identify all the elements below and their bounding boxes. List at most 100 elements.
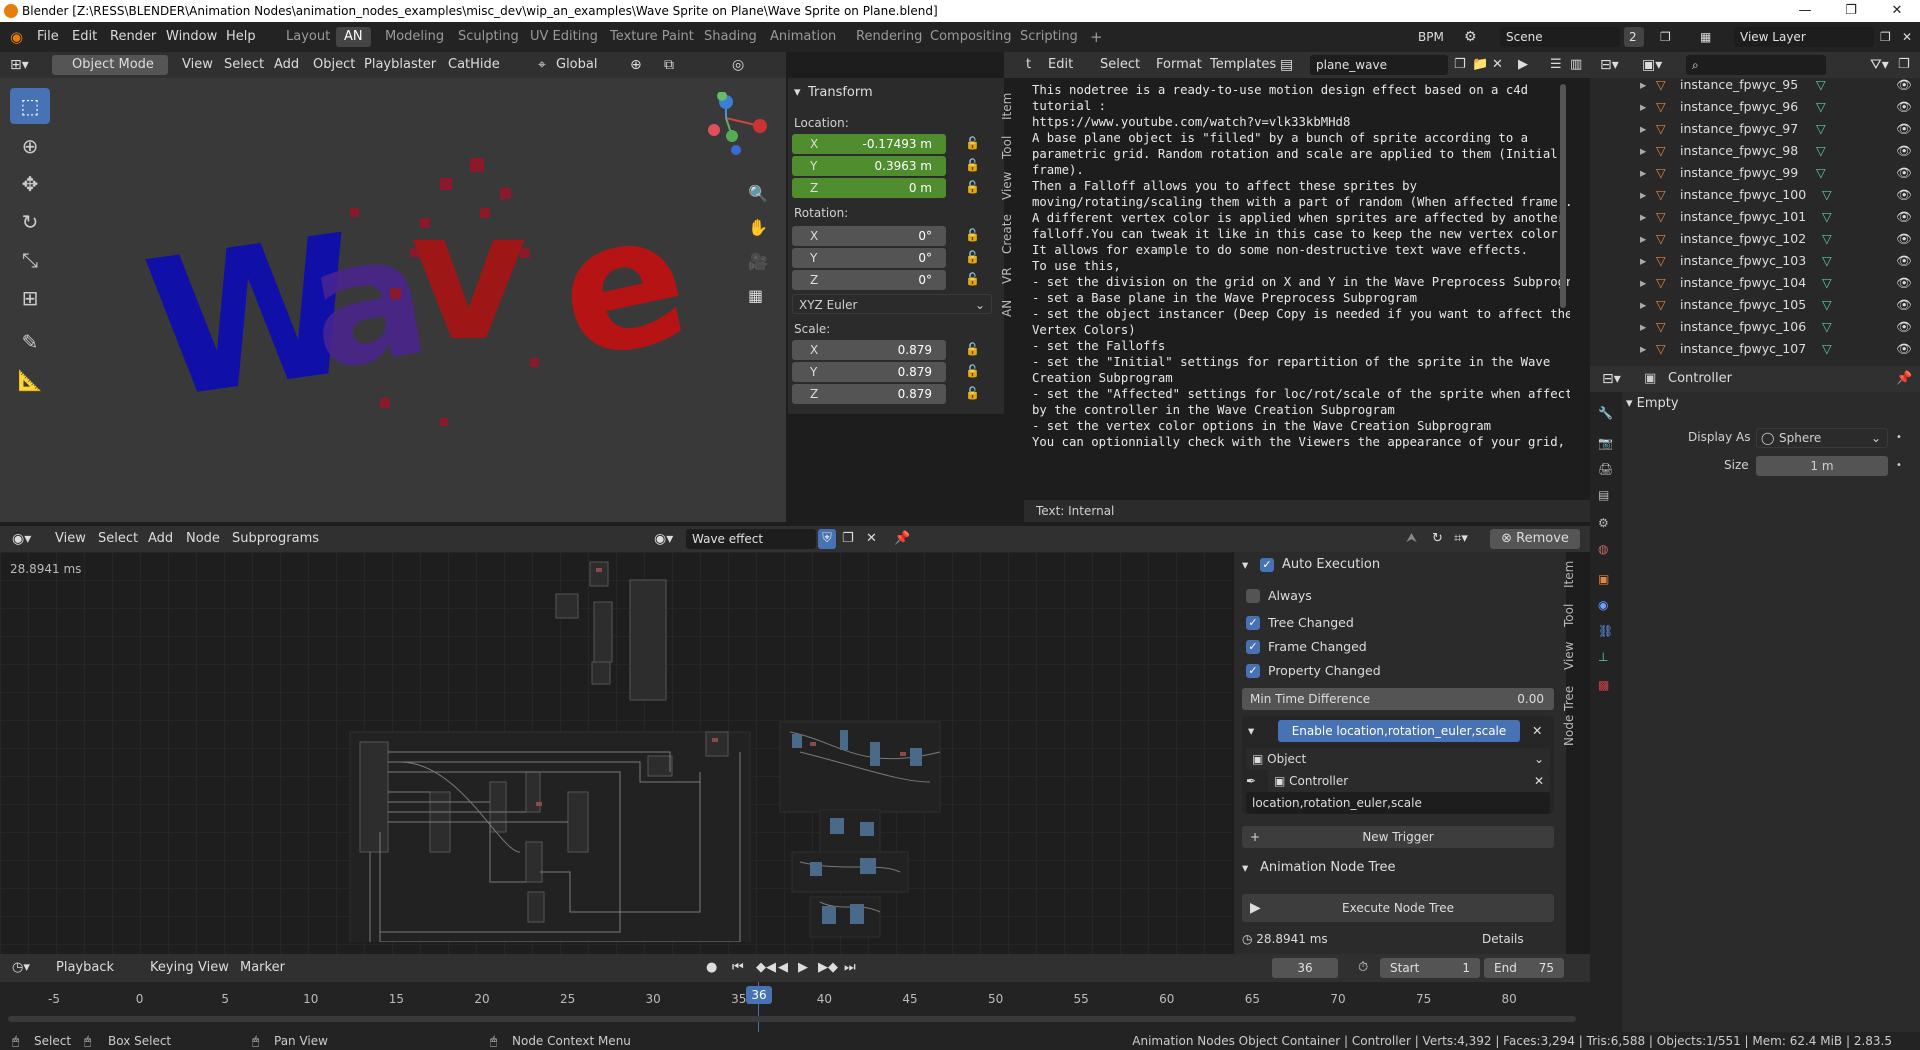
properties-editor-type-icon[interactable]: ⊟▾ [1602,366,1621,392]
frame-changed-option[interactable]: ✓ Frame Changed [1244,636,1444,658]
lock-icon[interactable]: 🔓 [965,272,981,288]
object-mode-dropdown[interactable]: Object Mode [52,55,168,75]
camera-view-icon[interactable]: 🎥 [748,252,768,271]
trigger-properties-input[interactable]: location,rotation_euler,scale [1246,792,1550,814]
display-mode-icon[interactable]: ▣▾ [1642,52,1662,78]
location-z-field[interactable]: Z 0 m [792,178,946,198]
node-sidebar-tab-node-tree[interactable]: Node Tree [1562,684,1584,748]
object-data-tab-icon[interactable]: ⊥ [1598,650,1608,664]
texture-tab-icon[interactable]: ▩ [1598,678,1609,692]
viewport-menu-select[interactable]: Select [224,52,264,78]
workspace-tab-rendering[interactable]: Rendering [848,27,930,47]
timeline-scrollbar[interactable] [8,1016,1576,1022]
node-menu-select[interactable]: Select [98,526,138,552]
rotation-mode-dropdown[interactable]: XYZ Euler ⌄ [792,294,992,314]
text-menu-templates[interactable]: Templates [1210,52,1276,78]
collapse-arrow-icon[interactable]: ▾ [1242,857,1248,879]
node-menu-node[interactable]: Node [186,526,220,552]
workspace-tab-an[interactable]: AN [336,27,371,47]
node-menu-subprograms[interactable]: Subprograms [232,526,319,552]
open-text-icon[interactable]: 📁 [1472,52,1488,78]
parent-tree-icon[interactable]: ⮝ [1406,526,1417,552]
sidebar-tab-vr[interactable]: VR [1000,264,1022,288]
grid-view-icon[interactable]: ▦ [748,286,763,305]
start-frame-field[interactable]: Start 1 [1380,958,1480,978]
annotate-tool-icon[interactable]: ✎ [10,324,50,360]
node-tree-icon[interactable]: ◉▾ [654,526,673,552]
scale-y-field[interactable]: Y 0.879 [792,362,946,382]
expand-arrow-icon[interactable]: ▸ [1640,78,1646,96]
keyframe-dot-icon[interactable]: • [1896,432,1902,443]
pin-icon[interactable]: 📌 [894,526,910,552]
timeline[interactable]: ◷▾ Playback Keying View Marker ● ⏮ ◆◀ ◀ … [0,954,1590,1032]
preview-range-clock-icon[interactable]: ⏱ [1358,960,1368,975]
scene-field[interactable]: Scene [1500,27,1620,47]
lock-icon[interactable]: 🔓 [965,136,981,152]
orientation-dropdown[interactable]: Global [556,52,597,78]
rotate-tool-icon[interactable]: ↻ [10,204,50,240]
always-option[interactable]: Always [1244,585,1444,607]
display-as-dropdown[interactable]: ◯ Sphere ⌄ [1756,428,1888,448]
measure-tool-icon[interactable]: 📐 [10,362,50,398]
details-toggle[interactable]: Details [1482,928,1524,950]
pan-hand-icon[interactable]: ✋ [748,218,768,237]
property-changed-checkbox[interactable]: ✓ [1246,664,1260,678]
snap-icon[interactable]: ⧉ [664,52,674,78]
view-layer-field[interactable]: View Layer [1734,27,1874,47]
output-tab-icon[interactable]: 🖨 [1598,462,1613,476]
timeline-ruler[interactable]: -5 0 5 10 15 20 25 30 35 40 45 50 55 60 65 70 75 80 [0,982,1590,1032]
menu-render[interactable]: Render [110,22,156,52]
pivot-icon[interactable]: ⊕ [630,52,642,78]
expand-arrow-icon[interactable]: ▸ [1640,118,1646,140]
playhead-frame-badge[interactable]: 36 [746,986,772,1004]
always-checkbox[interactable] [1246,589,1260,603]
sidebar-tab-view[interactable]: View [1000,168,1022,204]
outliner-row[interactable]: ▸ ▽ instance_fpwyc_103 ▽ 👁 [1590,250,1920,272]
expand-arrow-icon[interactable]: ▸ [1640,162,1646,184]
location-x-field[interactable]: X -0.17493 m [792,134,946,154]
workspace-tab-shading[interactable]: Shading [696,27,765,47]
trigger-enable-button[interactable]: Enable location,rotation_euler,scale [1278,720,1520,742]
expand-arrow-icon[interactable]: ▸ [1640,338,1646,360]
zoom-icon[interactable]: 🔍 [748,184,768,203]
workspace-tab-uv-editing[interactable]: UV Editing [522,27,606,47]
physics-tab-icon[interactable]: ◉ [1598,598,1608,612]
node-tree-name-field[interactable]: Wave effect [686,529,816,549]
trigger-object-field[interactable]: ▣ Controller ✕ [1268,770,1550,792]
scene-new-icon[interactable]: ❐ [1660,22,1671,52]
rotation-x-field[interactable]: X 0° [792,226,946,246]
outliner-row[interactable]: ▸ ▽ instance_fpwyc_102 ▽ 👁 [1590,228,1920,250]
node-sidebar-tab-item[interactable]: Item [1562,558,1584,590]
jump-start-icon[interactable]: ⏮ [732,960,744,975]
node-sidebar-tab-view[interactable]: View [1562,638,1584,674]
word-wrap-icon[interactable]: ▥ [1570,52,1582,78]
fake-user-shield-icon[interactable]: ⛨ [818,529,836,549]
expand-arrow-icon[interactable]: ▸ [1640,228,1646,250]
eye-icon[interactable]: 👁 [1896,206,1912,228]
clear-field-icon[interactable]: ✕ [1534,770,1544,792]
eyedropper-icon[interactable]: ✒ [1246,770,1264,792]
viewport-menu-object[interactable]: Object [313,52,355,78]
viewport-menu-playblaster[interactable]: Playblaster [364,52,436,78]
current-frame-field[interactable]: 36 [1272,958,1338,978]
node-graph[interactable] [340,552,1060,942]
workspace-tab-animation[interactable]: Animation [762,27,844,47]
timeline-menu-playback[interactable]: Playback [56,960,114,975]
node-editor-type-icon[interactable]: ◉▾ [12,526,31,552]
expand-arrow-icon[interactable]: ▸ [1640,206,1646,228]
menu-help[interactable]: Help [226,22,256,52]
expand-arrow-icon[interactable]: ▸ [1640,272,1646,294]
keyframe-dot-icon[interactable]: • [1896,460,1902,471]
node-menu-view[interactable]: View [55,526,86,552]
eye-icon[interactable]: 👁 [1896,338,1912,360]
scale-x-field[interactable]: X 0.879 [792,340,946,360]
line-numbers-icon[interactable]: ☰ [1550,52,1562,78]
eye-icon[interactable]: 👁 [1896,316,1912,338]
eye-icon[interactable]: 👁 [1896,162,1912,184]
sidebar-tab-create[interactable]: Create [1000,212,1022,256]
size-field[interactable]: 1 m [1756,456,1888,476]
lock-icon[interactable]: 🔓 [965,364,981,380]
rotation-y-field[interactable]: Y 0° [792,248,946,268]
lock-icon[interactable]: 🔓 [965,228,981,244]
eye-icon[interactable]: 👁 [1896,78,1912,96]
